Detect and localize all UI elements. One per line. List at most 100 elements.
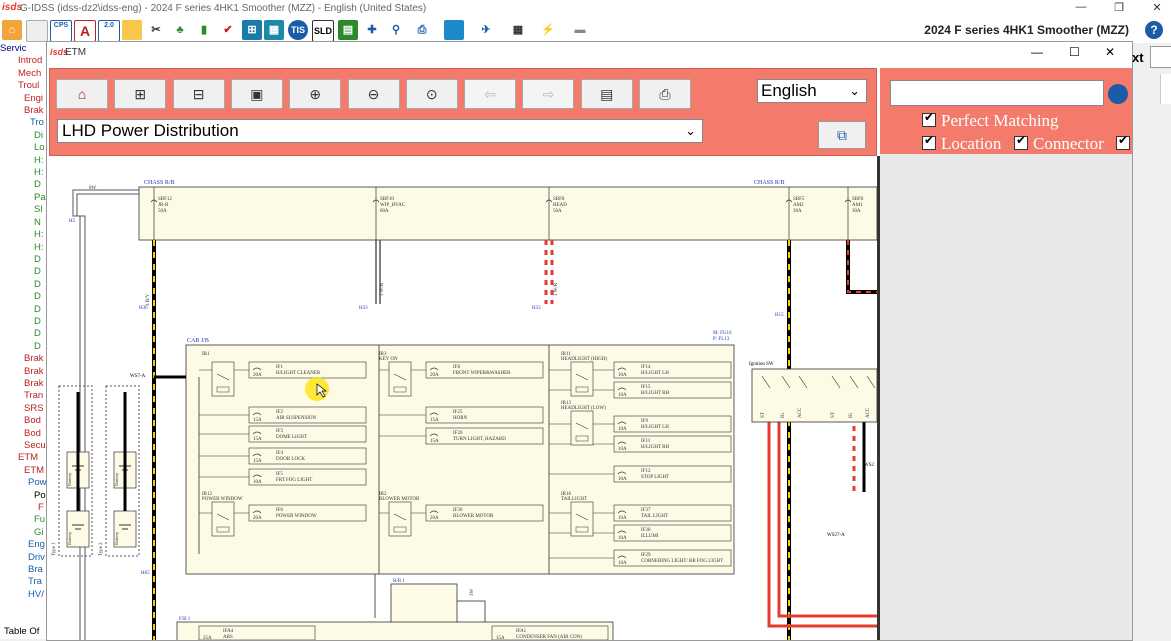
tree-item[interactable]: Po (0, 490, 48, 502)
tree-item[interactable]: Brak (0, 378, 48, 390)
fuse-box[interactable] (613, 504, 732, 522)
checklist-icon[interactable]: ✔ (218, 20, 238, 40)
tree-item[interactable]: Brak (0, 366, 48, 378)
tree-item[interactable]: Bod (0, 428, 48, 440)
tree-item[interactable]: Tran (0, 390, 48, 402)
perfect-matching-checkbox[interactable]: Perfect Matching (922, 110, 1059, 131)
fuse-box[interactable] (613, 435, 732, 453)
tree-item[interactable]: Table Of (0, 626, 39, 638)
tools-icon[interactable]: ✂ (146, 20, 166, 40)
fuse-box[interactable] (198, 625, 316, 640)
tree-item[interactable]: Bod (0, 415, 48, 427)
relay-box[interactable] (211, 501, 235, 537)
collapse-button[interactable]: ⊟ (172, 79, 225, 109)
location-checkbox[interactable]: Location (922, 133, 1001, 154)
search-icon[interactable]: ⚲ (386, 20, 406, 40)
cps-icon[interactable]: CPS (50, 20, 72, 42)
etm-close-icon[interactable]: ✕ (1105, 45, 1115, 59)
printer-icon[interactable]: ⎙ (412, 20, 432, 40)
new-window-button[interactable]: ⧉ (818, 121, 866, 149)
relay-box[interactable] (388, 361, 412, 397)
relay-box[interactable] (570, 361, 594, 397)
tree-item[interactable]: ETM (0, 452, 48, 464)
panel-icon[interactable] (26, 20, 48, 42)
tree-item[interactable]: Pow (0, 477, 48, 489)
fuse-box[interactable] (613, 415, 732, 433)
tree-item[interactable]: ETM (0, 465, 48, 477)
tree-item[interactable]: D (0, 341, 48, 353)
tree-item[interactable]: H: (0, 167, 48, 179)
tree-item[interactable]: Engi (0, 93, 48, 105)
tree-item[interactable]: D (0, 291, 48, 303)
diagram-svg[interactable]: CHASS R/B CHASS R/B SBF12JB-B50ASBF10WIP… (49, 156, 877, 640)
truck-icon[interactable]: ▬ (570, 20, 590, 40)
tree-item[interactable]: Pa (0, 192, 48, 204)
tree-item[interactable]: Introd (0, 55, 48, 67)
home-button[interactable]: ⌂ (56, 79, 108, 109)
forward-button[interactable]: ⇨ (522, 79, 575, 109)
tree-item[interactable]: Servic (0, 43, 48, 55)
chart-icon[interactable]: ▮ (194, 20, 214, 40)
extra-checkbox[interactable] (1116, 134, 1130, 154)
minimize-icon[interactable]: — (1071, 1, 1091, 13)
etm-minimize-icon[interactable]: — (1031, 45, 1043, 59)
background-window-button[interactable] (1150, 46, 1171, 68)
tree-item[interactable]: Brak (0, 105, 48, 117)
book-button[interactable]: ▤ (580, 79, 633, 109)
tree-item[interactable]: Driv (0, 552, 48, 564)
tree-item[interactable]: Fu (0, 514, 48, 526)
tree-item[interactable]: Tra (0, 576, 48, 588)
a-icon[interactable]: A (74, 20, 96, 42)
home-icon[interactable]: ⌂ (2, 20, 22, 40)
search-input[interactable] (890, 80, 1104, 106)
zoom-in-button[interactable]: ⊕ (289, 79, 342, 109)
tree-item[interactable]: D (0, 279, 48, 291)
folder-icon[interactable] (122, 20, 142, 40)
tis-icon[interactable]: TIS (288, 20, 308, 40)
tree-item[interactable]: Eng (0, 539, 48, 551)
fuse-box[interactable] (613, 361, 732, 379)
fuse-box[interactable] (613, 465, 732, 483)
expand-button[interactable]: ⊞ (114, 79, 167, 109)
tree-item[interactable]: SRS (0, 403, 48, 415)
plane-icon[interactable]: ✈ (476, 20, 496, 40)
tree-item[interactable]: Lo (0, 142, 48, 154)
etm-maximize-icon[interactable]: ☐ (1069, 45, 1080, 59)
tree-item[interactable]: Secu (0, 440, 48, 452)
device-icon[interactable]: ▦ (508, 20, 528, 40)
help-icon[interactable]: ? (1145, 21, 1163, 39)
wire-icon[interactable]: ⚡ (538, 20, 558, 40)
print-button[interactable]: ⎙ (639, 79, 691, 109)
close-icon[interactable]: ✕ (1147, 1, 1167, 14)
wiring-diagram[interactable]: CHASS R/B CHASS R/B SBF12 JB-B 50A SBF10 WIP… (49, 156, 880, 640)
monitor-icon[interactable] (444, 20, 464, 40)
fuse-box[interactable] (613, 381, 732, 399)
relay-box[interactable] (570, 501, 594, 537)
tree-item[interactable]: Gi (0, 527, 48, 539)
fuse-box[interactable] (248, 425, 367, 443)
back-button[interactable]: ⇦ (464, 79, 517, 109)
zoom-out-button[interactable]: ⊖ (347, 79, 400, 109)
connector-checkbox[interactable]: Connector (1014, 133, 1104, 154)
tree-item[interactable]: H: (0, 242, 48, 254)
tree-item[interactable]: D (0, 304, 48, 316)
tree-item[interactable]: Sl (0, 204, 48, 216)
tree-item[interactable]: D (0, 316, 48, 328)
relay-box[interactable] (388, 501, 412, 537)
tree-item[interactable]: N (0, 217, 48, 229)
tree-item[interactable]: D (0, 254, 48, 266)
tree-item[interactable]: Bra (0, 564, 48, 576)
tree-item[interactable]: Troul (0, 80, 48, 92)
zoom-fit-button[interactable]: ⊙ (405, 79, 458, 109)
tree-item[interactable]: D (0, 328, 48, 340)
language-select[interactable]: English ⌄ (757, 79, 867, 103)
tree-item[interactable]: HV/ (0, 589, 48, 601)
fuse-box[interactable] (248, 447, 367, 465)
frog-icon[interactable]: ♣ (170, 20, 190, 40)
diagram-select[interactable]: LHD Power Distribution ⌄ (57, 119, 703, 143)
pin-icon[interactable]: ✚ (362, 20, 382, 40)
relay-box[interactable] (211, 361, 235, 397)
grid-icon[interactable]: ▤ (338, 20, 358, 40)
fuse-box[interactable] (425, 406, 544, 424)
tree-item[interactable]: D (0, 179, 48, 191)
